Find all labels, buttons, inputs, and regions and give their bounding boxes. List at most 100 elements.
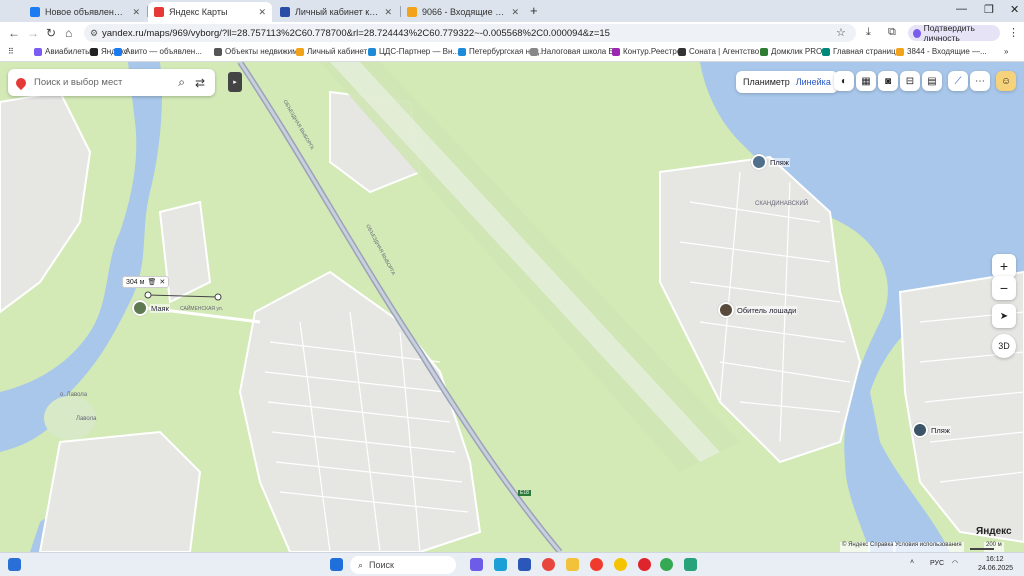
poi-label: Пляж	[930, 425, 951, 435]
bookmark-item[interactable]: Личный кабинет	[296, 47, 367, 56]
bookmark-icon	[34, 47, 42, 56]
trash-icon[interactable]: 🗑	[147, 278, 156, 286]
tab-0[interactable]: Новое объявление — Объявл... ✕	[24, 2, 146, 22]
start-icon[interactable]	[330, 558, 343, 571]
measure-controls: Планиметр Линейка	[736, 71, 838, 93]
bookmark-icon	[760, 47, 768, 56]
panorama-icon[interactable]: ▦	[856, 71, 876, 91]
poi-obitel[interactable]: Обитель лошади	[718, 302, 798, 318]
poi-mayak[interactable]: Маяк	[132, 300, 170, 316]
clock-date[interactable]: 24.06.2025	[978, 565, 1013, 572]
collapse-panel-button[interactable]: ▸	[228, 72, 242, 92]
widgets-icon[interactable]	[8, 558, 21, 571]
map-pin-icon	[13, 75, 29, 90]
bookmark-item[interactable]: Объекты недвижим...	[214, 47, 304, 56]
ruler-tool-icon[interactable]: ⟋	[948, 71, 968, 91]
back-icon[interactable]: ←	[8, 26, 20, 40]
3d-button[interactable]: 3D	[992, 334, 1016, 358]
tray-arrow-icon[interactable]: ˄	[910, 559, 914, 566]
download-icon[interactable]: ⤓	[866, 26, 871, 39]
apps-icon[interactable]: ⠿	[8, 47, 14, 56]
chrome-icon[interactable]	[542, 558, 555, 571]
ruler-button[interactable]: Линейка	[796, 77, 831, 87]
extensions-icon[interactable]: ⧉	[888, 26, 896, 39]
close-icon[interactable]: ✕	[258, 7, 266, 18]
bookmark-item[interactable]: Домклик PRO	[760, 47, 822, 56]
profile-icon	[913, 28, 921, 38]
bookmark-item[interactable]: ЦДС-Партнер — Вн...	[368, 47, 459, 56]
transport-icon[interactable]: ⊟	[900, 71, 920, 91]
map-search-box[interactable]: Поиск и выбор мест ⌕ ⇄	[8, 69, 215, 96]
close-icon[interactable]: ✕	[511, 7, 519, 18]
place-label: о. Лавола	[60, 392, 88, 398]
close-icon[interactable]: ✕	[159, 278, 165, 286]
tab-3[interactable]: 9066 - Входящие — Яндекс П... ✕	[401, 2, 525, 22]
search-icon[interactable]: ⌕	[178, 75, 185, 90]
address-bar[interactable]: ⚙ yandex.ru/maps/969/vyborg/?ll=28.75711…	[84, 24, 856, 42]
poi-label: Маяк	[150, 303, 170, 313]
minimize-icon[interactable]: —	[956, 3, 967, 15]
tab-1[interactable]: Яндекс Карты ✕	[148, 2, 272, 22]
yandex-browser-icon[interactable]	[590, 558, 603, 571]
bookmark-icon	[214, 47, 222, 56]
zoom-out-button[interactable]: −	[992, 276, 1016, 300]
close-icon[interactable]: ✕	[132, 7, 140, 18]
chrome-alt-icon[interactable]	[660, 558, 673, 571]
menu-icon[interactable]: ⋮	[1008, 26, 1019, 39]
terms-link[interactable]: Условия использования	[893, 542, 964, 552]
app-icon[interactable]	[684, 558, 697, 571]
map-canvas[interactable]: ОБЪЕЗДНАЯ ВЫБОРГА ОБЪЕЗДНАЯ ВЫБОРГА о. Л…	[0, 62, 1024, 552]
windows-taskbar: ⌕ Поиск ˄ РУС ◠ 16:12 24.06.2025	[0, 552, 1024, 576]
poi-plyazh-right[interactable]: Пляж	[912, 422, 951, 438]
close-icon[interactable]: ✕	[384, 7, 392, 18]
map-search-input[interactable]: Поиск и выбор мест	[34, 77, 178, 88]
place-label: СКАНДИНАВСКИЙ	[755, 201, 809, 207]
compass-icon[interactable]: ➤	[992, 304, 1016, 328]
bookmark-label: Главная страница	[833, 47, 901, 56]
bookmark-label: Авито — объявлен...	[125, 47, 202, 56]
bookmark-item[interactable]: Авиабилеты	[34, 47, 91, 56]
more-icon[interactable]: ⋯	[970, 71, 990, 91]
clock-time[interactable]: 16:12	[986, 556, 1004, 563]
wifi-icon[interactable]: ◠	[952, 559, 958, 567]
forward-icon[interactable]: →	[27, 26, 39, 40]
route-icon[interactable]: ⇄	[195, 76, 205, 90]
verify-identity-button[interactable]: Подтвердить личность	[908, 23, 1000, 43]
opera-icon[interactable]	[638, 558, 651, 571]
tab-2[interactable]: Личный кабинет клиента ✕	[274, 2, 398, 22]
url-text: yandex.ru/maps/969/vyborg/?ll=28.757113%…	[102, 27, 610, 39]
store-icon[interactable]	[518, 558, 531, 571]
bookmark-item[interactable]: Налоговая школа Б...	[530, 47, 620, 56]
bookmark-item[interactable]: 3844 - Входящие —...	[896, 47, 987, 56]
traffic-icon[interactable]: ▤	[922, 71, 942, 91]
scale-label: 200 м	[984, 542, 1004, 552]
bookmark-item[interactable]: Контур.Реестро	[612, 47, 681, 56]
explorer-icon[interactable]	[566, 558, 579, 571]
camera-icon[interactable]: ◙	[878, 71, 898, 91]
poi-photo	[912, 422, 928, 438]
reload-icon[interactable]: ↻	[46, 26, 56, 40]
edge-icon[interactable]	[494, 558, 507, 571]
site-info-icon[interactable]: ⚙	[90, 28, 98, 39]
more-bookmarks-icon[interactable]: »	[1004, 47, 1008, 56]
planimeter-button[interactable]: Планиметр	[743, 77, 790, 87]
bookmark-item[interactable]: Авито — объявлен...	[114, 47, 202, 56]
home-icon[interactable]: ⌂	[65, 26, 72, 40]
bookmark-star-icon[interactable]: ☆	[836, 26, 846, 39]
help-link[interactable]: Справка	[868, 542, 896, 552]
user-avatar-icon[interactable]: ☺	[996, 71, 1016, 91]
beeline-icon[interactable]	[614, 558, 627, 571]
restore-icon[interactable]: ❐	[984, 3, 994, 16]
bookmark-item[interactable]: Соната | Агентство...	[678, 47, 766, 56]
close-window-icon[interactable]: ✕	[1010, 3, 1019, 16]
ruler-distance-badge[interactable]: 304 м 🗑 ✕	[122, 276, 170, 288]
bookmark-item[interactable]: Главная страница	[822, 47, 900, 56]
new-tab-button[interactable]: +	[530, 3, 538, 18]
yandex-logo: Яндекс	[976, 526, 1012, 537]
taskbar-search[interactable]: ⌕ Поиск	[350, 556, 456, 574]
layers-icon[interactable]: ◐	[834, 71, 854, 91]
zoom-in-button[interactable]: +	[992, 254, 1016, 278]
poi-plyazh-top[interactable]: Пляж	[751, 154, 790, 170]
language-indicator[interactable]: РУС	[930, 560, 944, 567]
chat-icon[interactable]	[470, 558, 483, 571]
